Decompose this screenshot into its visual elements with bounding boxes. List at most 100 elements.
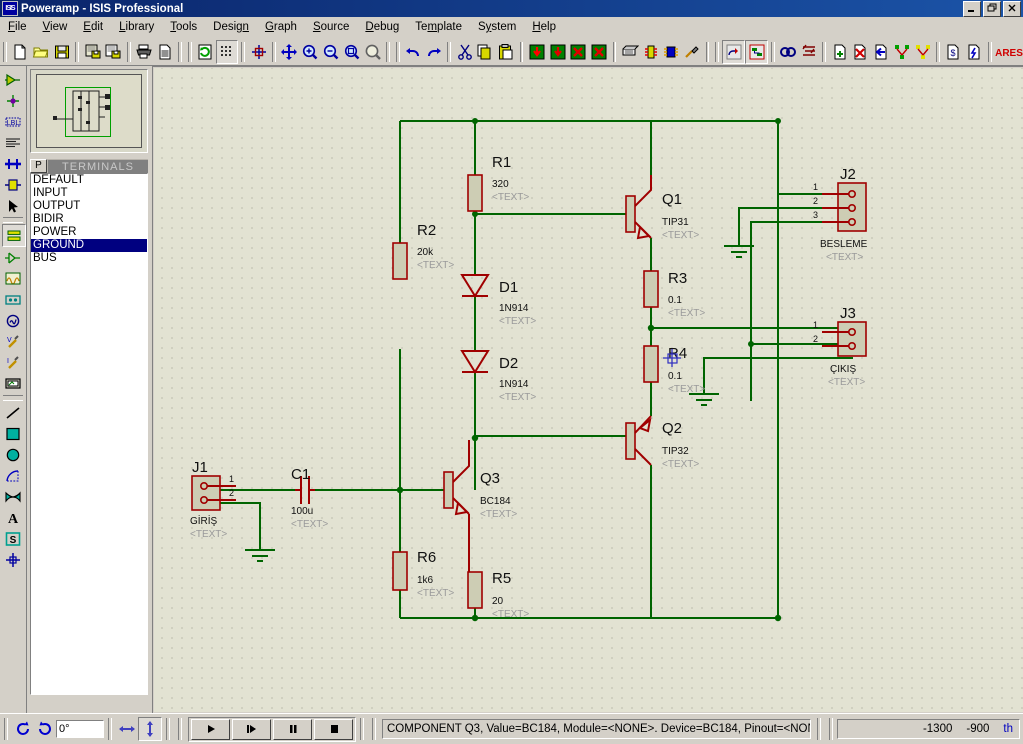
overview-preview[interactable] — [30, 69, 148, 153]
copy-icon[interactable] — [475, 41, 496, 63]
text-script-mode-icon[interactable] — [2, 132, 24, 153]
ares-icon[interactable]: ARES — [994, 41, 1023, 63]
export-section-icon[interactable] — [103, 41, 124, 63]
component-J1[interactable]: 1 2 J1 GİRİŞ <TEXT> — [190, 459, 236, 540]
menu-graph[interactable]: Graph — [257, 19, 305, 35]
bill-of-materials-icon[interactable] — [892, 41, 913, 63]
component-R6[interactable]: R6 1k6 <TEXT> — [392, 549, 454, 599]
zoom-area-icon[interactable] — [341, 41, 362, 63]
component-J2[interactable]: 1 2 3 J2 BESLEME <TEXT> — [813, 166, 868, 263]
list-item-selected[interactable]: GROUND — [31, 239, 147, 252]
minimize-button[interactable] — [963, 1, 981, 17]
device-pin-mode-icon[interactable] — [2, 247, 24, 268]
toggle-grid-icon[interactable] — [215, 39, 239, 64]
electrical-rules-icon[interactable] — [912, 41, 933, 63]
make-device-icon[interactable] — [640, 41, 661, 63]
pick-from-libraries-button[interactable]: P — [30, 159, 47, 173]
delete-block-icon[interactable] — [589, 41, 610, 63]
menu-tools[interactable]: Tools — [162, 19, 205, 35]
list-item[interactable]: INPUT — [31, 187, 147, 200]
component-J3[interactable]: 1 2 J3 ÇIKIŞ <TEXT> — [813, 305, 867, 388]
object-selector-list[interactable]: DEFAULT INPUT OUTPUT BIDIR POWER GROUND … — [30, 173, 148, 695]
voltage-probe-mode-icon[interactable]: V — [2, 331, 24, 352]
zoom-sheet-icon[interactable] — [362, 41, 383, 63]
search-tag-icon[interactable] — [745, 39, 768, 64]
list-item[interactable]: OUTPUT — [31, 200, 147, 213]
step-button[interactable] — [232, 718, 271, 740]
virtual-instrument-mode-icon[interactable] — [2, 373, 24, 394]
zoom-out-icon[interactable] — [321, 41, 342, 63]
schematic-editor[interactable]: .wire{stroke:#006400;stroke-width:2;fill… — [152, 66, 1023, 713]
zoom-in-icon[interactable] — [300, 41, 321, 63]
arc-tool-icon[interactable] — [2, 465, 24, 486]
wire-label-mode-icon[interactable]: LBL — [2, 111, 24, 132]
schematic-sheet[interactable]: .wire{stroke:#006400;stroke-width:2;fill… — [154, 68, 1023, 712]
property-assign-icon[interactable] — [778, 41, 799, 63]
generator-mode-icon[interactable] — [2, 310, 24, 331]
print-area-icon[interactable] — [154, 41, 175, 63]
line-tool-icon[interactable] — [2, 402, 24, 423]
mirror-vertical-button[interactable] — [138, 717, 162, 741]
component-Q2[interactable]: Q2 TIP32 <TEXT> — [625, 415, 699, 470]
component-D2[interactable]: D2 1N914 <TEXT> — [460, 350, 536, 403]
current-probe-mode-icon[interactable]: I — [2, 352, 24, 373]
terminals-mode-icon[interactable] — [2, 224, 26, 247]
closed-path-tool-icon[interactable] — [2, 486, 24, 507]
move-block-icon[interactable] — [547, 41, 568, 63]
menu-system[interactable]: System — [470, 19, 524, 35]
list-item[interactable]: BIDIR — [31, 213, 147, 226]
redo-icon[interactable] — [424, 41, 445, 63]
refresh-icon[interactable] — [195, 41, 216, 63]
graph-mode-icon[interactable] — [2, 268, 24, 289]
list-item[interactable]: BUS — [31, 252, 147, 265]
new-sheet-icon[interactable] — [829, 41, 850, 63]
remove-sheet-icon[interactable] — [850, 41, 871, 63]
play-button[interactable] — [191, 718, 230, 740]
rotate-block-icon[interactable] — [568, 41, 589, 63]
tape-recorder-mode-icon[interactable] — [2, 289, 24, 310]
netlist-report-icon[interactable] — [964, 41, 985, 63]
component-R1[interactable]: R1 320 <TEXT> — [467, 154, 529, 212]
new-file-icon[interactable] — [10, 41, 31, 63]
component-R3[interactable]: R3 0.1 <TEXT> — [643, 270, 705, 319]
component-R4[interactable]: R4 0.1 <TEXT> — [643, 345, 705, 395]
ground-symbol[interactable] — [724, 245, 754, 258]
selection-arrow-icon[interactable] — [2, 195, 24, 216]
design-explorer-icon[interactable] — [799, 41, 820, 63]
cut-icon[interactable] — [454, 41, 475, 63]
wire-autorouter-icon[interactable] — [722, 39, 746, 64]
import-section-icon[interactable] — [82, 41, 103, 63]
component-C1[interactable]: C1 100u <TEXT> — [291, 466, 328, 530]
restore-button[interactable] — [983, 1, 1001, 17]
pick-device-icon[interactable] — [619, 41, 640, 63]
component-mode-icon[interactable] — [2, 69, 24, 90]
rotate-clockwise-button[interactable] — [12, 718, 34, 740]
menu-library[interactable]: Library — [111, 19, 162, 35]
subcircuit-mode-icon[interactable] — [2, 174, 24, 195]
pause-button[interactable] — [273, 718, 312, 740]
rotation-field[interactable]: 0° — [56, 720, 104, 738]
menu-source[interactable]: Source — [305, 19, 357, 35]
circle-tool-icon[interactable] — [2, 444, 24, 465]
list-item[interactable]: DEFAULT — [31, 174, 147, 187]
component-R2[interactable]: R2 20k <TEXT> — [392, 222, 454, 280]
rotate-anticlockwise-button[interactable] — [34, 718, 56, 740]
menu-design[interactable]: Design — [205, 19, 257, 35]
text-tool-icon[interactable]: A — [2, 507, 24, 528]
undo-icon[interactable] — [403, 41, 424, 63]
menu-template[interactable]: Template — [407, 19, 470, 35]
menu-debug[interactable]: Debug — [357, 19, 407, 35]
paste-icon[interactable] — [496, 41, 517, 63]
menu-edit[interactable]: Edit — [75, 19, 111, 35]
close-button[interactable] — [1003, 1, 1021, 17]
junction-dot-mode-icon[interactable] — [2, 90, 24, 111]
stop-button[interactable] — [314, 718, 353, 740]
menu-help[interactable]: Help — [524, 19, 564, 35]
origin-icon[interactable] — [248, 41, 269, 63]
netlist-compiler-icon[interactable]: $ — [943, 41, 964, 63]
print-icon[interactable] — [134, 41, 155, 63]
marker-tool-icon[interactable] — [2, 549, 24, 570]
symbol-tool-icon[interactable]: S — [2, 528, 24, 549]
decompose-icon[interactable] — [682, 41, 703, 63]
component-D1[interactable]: D1 1N914 <TEXT> — [460, 274, 536, 327]
